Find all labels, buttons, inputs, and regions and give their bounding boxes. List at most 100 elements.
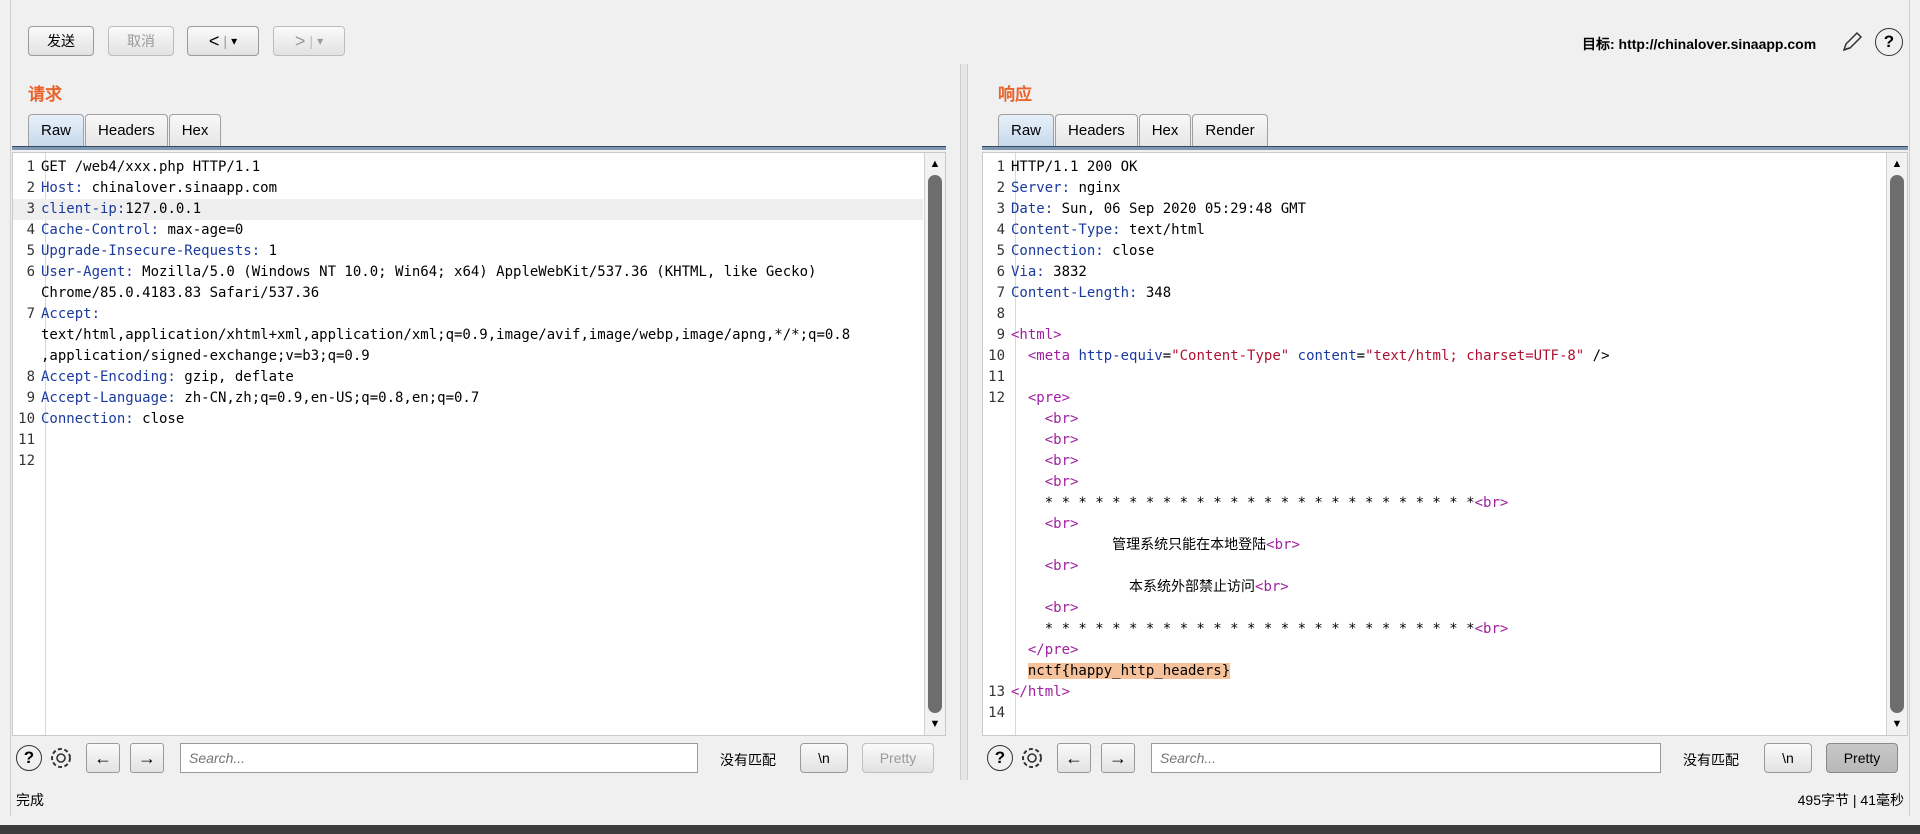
code-line[interactable]: <br> [983,598,1885,619]
code-line[interactable]: 11 [983,367,1885,388]
code-line[interactable]: <br> [983,451,1885,472]
code-line[interactable]: Chrome/85.0.4183.83 Safari/537.36 [13,283,923,304]
code-line[interactable]: * * * * * * * * * * * * * * * * * * * * … [983,493,1885,514]
code-line[interactable]: ,application/signed-exchange;v=b3;q=0.9 [13,346,923,367]
scroll-up-arrow-icon[interactable]: ▲ [925,155,945,173]
line-number: 1 [26,159,35,175]
code-line[interactable]: <br> [983,514,1885,535]
html-tag: <br> [1044,558,1079,574]
chevron-down-icon[interactable]: ▾ [317,34,323,48]
line-number: 5 [996,243,1005,259]
help-icon[interactable]: ? [987,745,1013,771]
code-line[interactable]: 管理系统只能在本地登陆<br> [983,535,1885,556]
response-scrollbar[interactable]: ▲ ▼ [1886,153,1907,735]
request-tab-underline [12,146,946,150]
code-line[interactable]: 12 [13,451,923,472]
chevron-down-icon[interactable]: ▾ [231,34,237,48]
response-editor[interactable]: 1 HTTP/1.1 200 OK 2 Server: nginx 3 Date: Sun… [982,152,1908,736]
scrollbar-thumb[interactable] [928,175,942,713]
code-line[interactable]: 1 HTTP/1.1 200 OK [983,157,1885,178]
line-number: 3 [996,201,1005,217]
response-tab-headers[interactable]: Headers [1055,114,1138,146]
line-content: Upgrade-Insecure-Requests: 1 [41,241,923,262]
code-line[interactable]: * * * * * * * * * * * * * * * * * * * * … [983,619,1885,640]
code-line[interactable]: 4 Content-Type: text/html [983,220,1885,241]
scroll-down-arrow-icon[interactable]: ▼ [1887,715,1907,733]
code-line[interactable]: <br> [983,409,1885,430]
code-line[interactable]: 12 <pre> [983,388,1885,409]
code-line[interactable]: 2 Host: chinalover.sinaapp.com [13,178,923,199]
code-line[interactable]: text/html,application/xhtml+xml,applicat… [13,325,923,346]
code-line[interactable]: 1 GET /web4/xxx.php HTTP/1.1 [13,157,923,178]
code-line[interactable]: 3 Date: Sun, 06 Sep 2020 05:29:48 GMT [983,199,1885,220]
request-tab-hex[interactable]: Hex [168,114,222,146]
response-tab-render[interactable]: Render [1192,114,1268,146]
code-line[interactable]: 10 <meta http-equiv="Content-Type" conte… [983,346,1885,367]
help-icon[interactable]: ? [16,745,42,771]
code-line[interactable]: 8 Accept-Encoding: gzip, deflate [13,367,923,388]
code-line[interactable]: 11 [13,430,923,451]
code-line[interactable]: 6 User-Agent: Mozilla/5.0 (Windows NT 10.… [13,262,923,283]
line-number [983,535,1011,556]
scroll-down-arrow-icon[interactable]: ▼ [925,715,945,733]
line-number [13,283,41,304]
code-line[interactable]: 5 Upgrade-Insecure-Requests: 1 [13,241,923,262]
code-line[interactable]: nctf{happy_http_headers} [983,661,1885,682]
request-text[interactable]: 1 GET /web4/xxx.php HTTP/1.1 2 Host: chinal… [13,157,923,472]
code-line[interactable]: 9 Accept-Language: zh-CN,zh;q=0.9,en-US;q… [13,388,923,409]
response-text[interactable]: 1 HTTP/1.1 200 OK 2 Server: nginx 3 Date: Sun… [983,157,1885,724]
scroll-up-arrow-icon[interactable]: ▲ [1887,155,1907,173]
line-content: Server: nginx [1011,178,1885,199]
pretty-button[interactable]: Pretty [862,743,934,773]
gear-icon[interactable] [47,744,75,772]
newline-toggle-button[interactable]: \n [1764,743,1812,773]
code-line[interactable]: 13 </html> [983,682,1885,703]
arrow-right-icon[interactable]: → [130,743,164,773]
response-search-input[interactable] [1151,743,1661,773]
request-scrollbar[interactable]: ▲ ▼ [924,153,945,735]
pencil-icon[interactable] [1840,30,1864,54]
code-line[interactable]: </pre> [983,640,1885,661]
code-line[interactable]: <br> [983,430,1885,451]
header-name: Connection: [41,411,134,427]
history-forward-button[interactable]: > | ▾ [273,26,345,56]
code-line[interactable]: 8 [983,304,1885,325]
cancel-button[interactable]: 取消 [108,26,174,56]
request-tab-raw[interactable]: Raw [28,114,85,146]
arrow-left-icon[interactable]: ← [1057,743,1091,773]
code-line[interactable]: 7 Accept: [13,304,923,325]
scrollbar-thumb[interactable] [1890,175,1904,713]
arrow-left-icon[interactable]: ← [86,743,120,773]
code-line[interactable]: 14 [983,703,1885,724]
line-number: 10 [988,348,1005,364]
history-back-button[interactable]: < | ▾ [187,26,259,56]
pane-splitter[interactable] [960,64,968,780]
line-number: 12 [18,453,35,469]
gear-icon[interactable] [1018,744,1046,772]
code-line[interactable]: <br> [983,556,1885,577]
response-tab-hex[interactable]: Hex [1138,114,1192,146]
line-number: 6 [26,264,35,280]
code-line[interactable]: 9 <html> [983,325,1885,346]
code-line[interactable]: 2 Server: nginx [983,178,1885,199]
send-button[interactable]: 发送 [28,26,94,56]
arrow-right-icon[interactable]: → [1101,743,1135,773]
help-icon[interactable]: ? [1875,28,1903,56]
code-line[interactable]: <br> [983,472,1885,493]
code-line[interactable]: 5 Connection: close [983,241,1885,262]
newline-toggle-button[interactable]: \n [800,743,848,773]
request-editor[interactable]: 1 GET /web4/xxx.php HTTP/1.1 2 Host: chinal… [12,152,946,736]
code-line[interactable]: 4 Cache-Control: max-age=0 [13,220,923,241]
request-search-input[interactable] [180,743,698,773]
response-tab-raw[interactable]: Raw [998,114,1055,146]
request-tab-headers[interactable]: Headers [85,114,168,146]
code-line[interactable]: 10 Connection: close [13,409,923,430]
code-line[interactable]: 6 Via: 3832 [983,262,1885,283]
code-text: 1 [260,243,278,259]
code-line[interactable]: 3 client-ip:127.0.0.1 [13,199,923,220]
code-line[interactable]: 本系统外部禁止访问<br> [983,577,1885,598]
code-line[interactable]: 7 Content-Length: 348 [983,283,1885,304]
code-text: 本系统外部禁止访问 [1011,579,1256,595]
pretty-button[interactable]: Pretty [1826,743,1898,773]
